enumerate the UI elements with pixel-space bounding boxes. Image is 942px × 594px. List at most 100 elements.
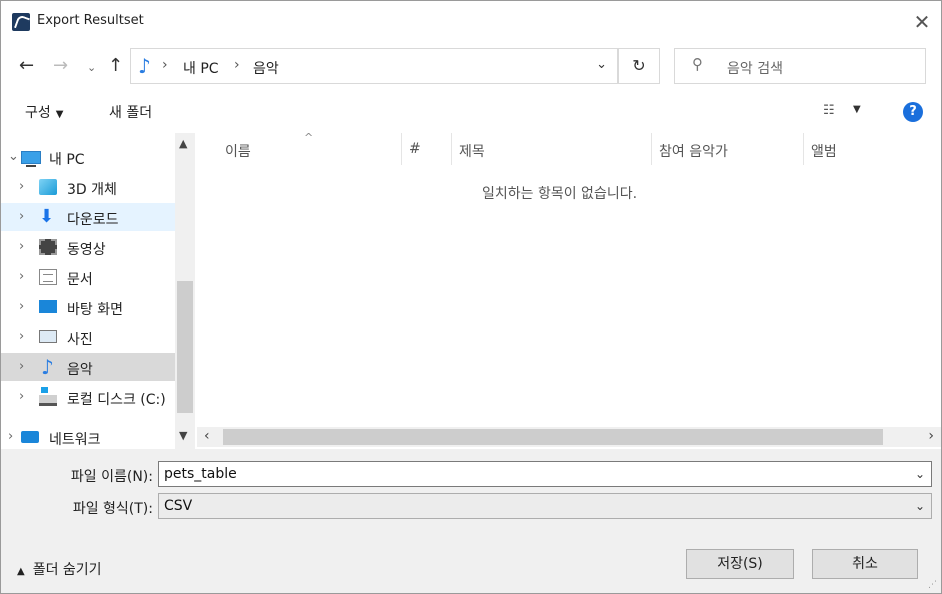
tree-item-label: 내 PC (49, 152, 85, 168)
column-header-title[interactable]: 제목 (459, 141, 485, 161)
chevron-right-icon[interactable]: › (19, 329, 24, 344)
navigation-pane: ⌄ 내 PC › 3D 개체 › 다운로드 › 동영상 › 문서 › 바탕 화면 (1, 133, 195, 449)
filename-input[interactable]: pets_table ⌄ (158, 461, 932, 487)
hide-folders-toggle[interactable]: ▲ 폴더 숨기기 (17, 559, 102, 579)
tree-item-my-pc[interactable]: ⌄ 내 PC (1, 143, 175, 171)
tree-item-documents[interactable]: › 문서 (1, 263, 175, 291)
tree-item-label: 다운로드 (67, 212, 119, 228)
tree-item-label: 동영상 (67, 242, 106, 258)
filename-label: 파일 이름(N): (70, 469, 153, 485)
column-divider[interactable] (451, 133, 452, 165)
tree-item-label: 음악 (67, 362, 93, 378)
empty-list-message: 일치하는 항목이 없습니다. (482, 186, 638, 202)
address-bar[interactable]: ♪ › 내 PC › 음악 ⌄ (130, 48, 618, 84)
chevron-right-icon[interactable]: › (19, 269, 24, 284)
view-dropdown-caret-icon[interactable]: ▼ (853, 104, 861, 115)
tree-item-videos[interactable]: › 동영상 (1, 233, 175, 261)
view-options-icon[interactable]: ☷ (823, 103, 835, 118)
cancel-button[interactable]: 취소 (812, 549, 918, 579)
command-toolbar: 구성 ▼ 새 폴더 ☷ ▼ ? (1, 93, 941, 131)
scrollbar-thumb[interactable] (177, 281, 193, 413)
search-box[interactable]: ⚲ 음악 검색 (674, 48, 926, 84)
chevron-down-icon[interactable]: ⌄ (8, 149, 19, 164)
download-arrow-icon (39, 206, 57, 227)
tree-item-label: 네트워크 (49, 432, 101, 448)
breadcrumb-separator-icon[interactable]: › (162, 57, 168, 73)
back-arrow-icon[interactable]: ← (19, 55, 34, 77)
refresh-icon[interactable]: ↻ (618, 48, 660, 84)
column-header-name[interactable]: 이름 (225, 141, 251, 161)
chevron-right-icon[interactable]: › (19, 179, 24, 194)
address-dropdown-chevron-icon[interactable]: ⌄ (596, 57, 607, 72)
scrollbar-thumb[interactable] (223, 429, 883, 445)
save-dialog: Export Resultset ✕ ← → ⌄ ↑ ♪ › 내 PC › 음악… (0, 0, 942, 594)
column-header-album[interactable]: 앨범 (811, 141, 837, 161)
forward-arrow-icon[interactable]: → (53, 55, 68, 77)
file-list-horizontal-scrollbar[interactable]: ‹ › (197, 427, 941, 447)
chevron-right-icon[interactable]: › (19, 209, 24, 224)
tree-item-network[interactable]: › 네트워크 (1, 423, 175, 451)
scroll-down-icon[interactable]: ▼ (179, 429, 187, 442)
app-icon (12, 13, 30, 31)
resize-grip-icon[interactable]: ⋰ (928, 580, 938, 590)
save-button[interactable]: 저장(S) (686, 549, 794, 579)
organize-button[interactable]: 구성 ▼ (25, 102, 63, 122)
tree-item-local-disk[interactable]: › 로컬 디스크 (C:) (1, 383, 175, 411)
breadcrumb-my-pc[interactable]: 내 PC (183, 58, 219, 78)
organize-label: 구성 (25, 105, 51, 121)
chevron-right-icon[interactable]: › (19, 389, 24, 404)
tree-item-label: 로컬 디스크 (C:) (67, 392, 166, 408)
column-header-number[interactable]: # (409, 141, 421, 157)
column-divider[interactable] (401, 133, 402, 165)
up-arrow-icon[interactable]: ↑ (108, 55, 123, 77)
search-icon: ⚲ (692, 55, 703, 73)
tree-item-pictures[interactable]: › 사진 (1, 323, 175, 351)
nav-pane-scrollbar[interactable]: ▲ ▼ (175, 133, 195, 449)
chevron-right-icon[interactable]: › (19, 239, 24, 254)
music-note-icon (39, 355, 57, 379)
desktop-icon (39, 300, 57, 313)
search-placeholder: 음악 검색 (727, 61, 783, 77)
tree-item-music[interactable]: › 음악 (1, 353, 175, 381)
sort-ascending-icon: ^ (304, 131, 314, 144)
column-header-artists[interactable]: 참여 음악가 (659, 141, 728, 161)
new-folder-button[interactable]: 새 폴더 (109, 102, 152, 122)
breadcrumb-separator-icon[interactable]: › (234, 57, 240, 73)
help-icon[interactable]: ? (903, 102, 923, 122)
filename-value: pets_table (164, 466, 237, 482)
scroll-up-icon[interactable]: ▲ (179, 137, 187, 150)
tree-item-label: 사진 (67, 332, 93, 348)
network-icon (21, 431, 39, 443)
hide-folders-label: 폴더 숨기기 (32, 562, 102, 578)
chevron-down-icon[interactable]: ⌄ (915, 467, 925, 481)
tree-item-3d-objects[interactable]: › 3D 개체 (1, 173, 175, 201)
filetype-select[interactable]: CSV ⌄ (158, 493, 932, 519)
chevron-right-icon[interactable]: › (8, 429, 13, 444)
caret-up-icon: ▲ (17, 566, 25, 577)
dialog-footer: 파일 이름(N): pets_table ⌄ 파일 형식(T): CSV ⌄ ▲… (1, 449, 941, 593)
chevron-down-icon[interactable]: ⌄ (915, 499, 925, 513)
scroll-right-icon[interactable]: › (928, 428, 934, 444)
column-divider[interactable] (651, 133, 652, 165)
cube-icon (39, 179, 57, 195)
breadcrumb-music[interactable]: 음악 (253, 58, 279, 78)
title-bar: Export Resultset ✕ (1, 1, 941, 43)
chevron-right-icon[interactable]: › (19, 299, 24, 314)
window-title: Export Resultset (37, 13, 144, 28)
close-icon[interactable]: ✕ (909, 10, 935, 34)
music-note-icon: ♪ (138, 54, 151, 78)
tree-item-label: 바탕 화면 (67, 302, 123, 318)
film-icon (39, 239, 57, 255)
tree-item-label: 3D 개체 (67, 182, 117, 198)
drive-icon (39, 387, 57, 406)
scroll-left-icon[interactable]: ‹ (204, 428, 210, 444)
caret-down-icon: ▼ (55, 109, 64, 120)
file-list: 이름 ^ # 제목 참여 음악가 앨범 일치하는 항목이 없습니다. (197, 131, 941, 427)
document-icon (39, 269, 57, 285)
column-divider[interactable] (803, 133, 804, 165)
recent-locations-chevron-icon[interactable]: ⌄ (87, 57, 96, 79)
tree-item-downloads[interactable]: › 다운로드 (1, 203, 175, 231)
tree-item-desktop[interactable]: › 바탕 화면 (1, 293, 175, 321)
chevron-right-icon[interactable]: › (19, 359, 24, 374)
navigation-bar: ← → ⌄ ↑ ♪ › 내 PC › 음악 ⌄ ↻ ⚲ 음악 검색 (1, 45, 941, 89)
